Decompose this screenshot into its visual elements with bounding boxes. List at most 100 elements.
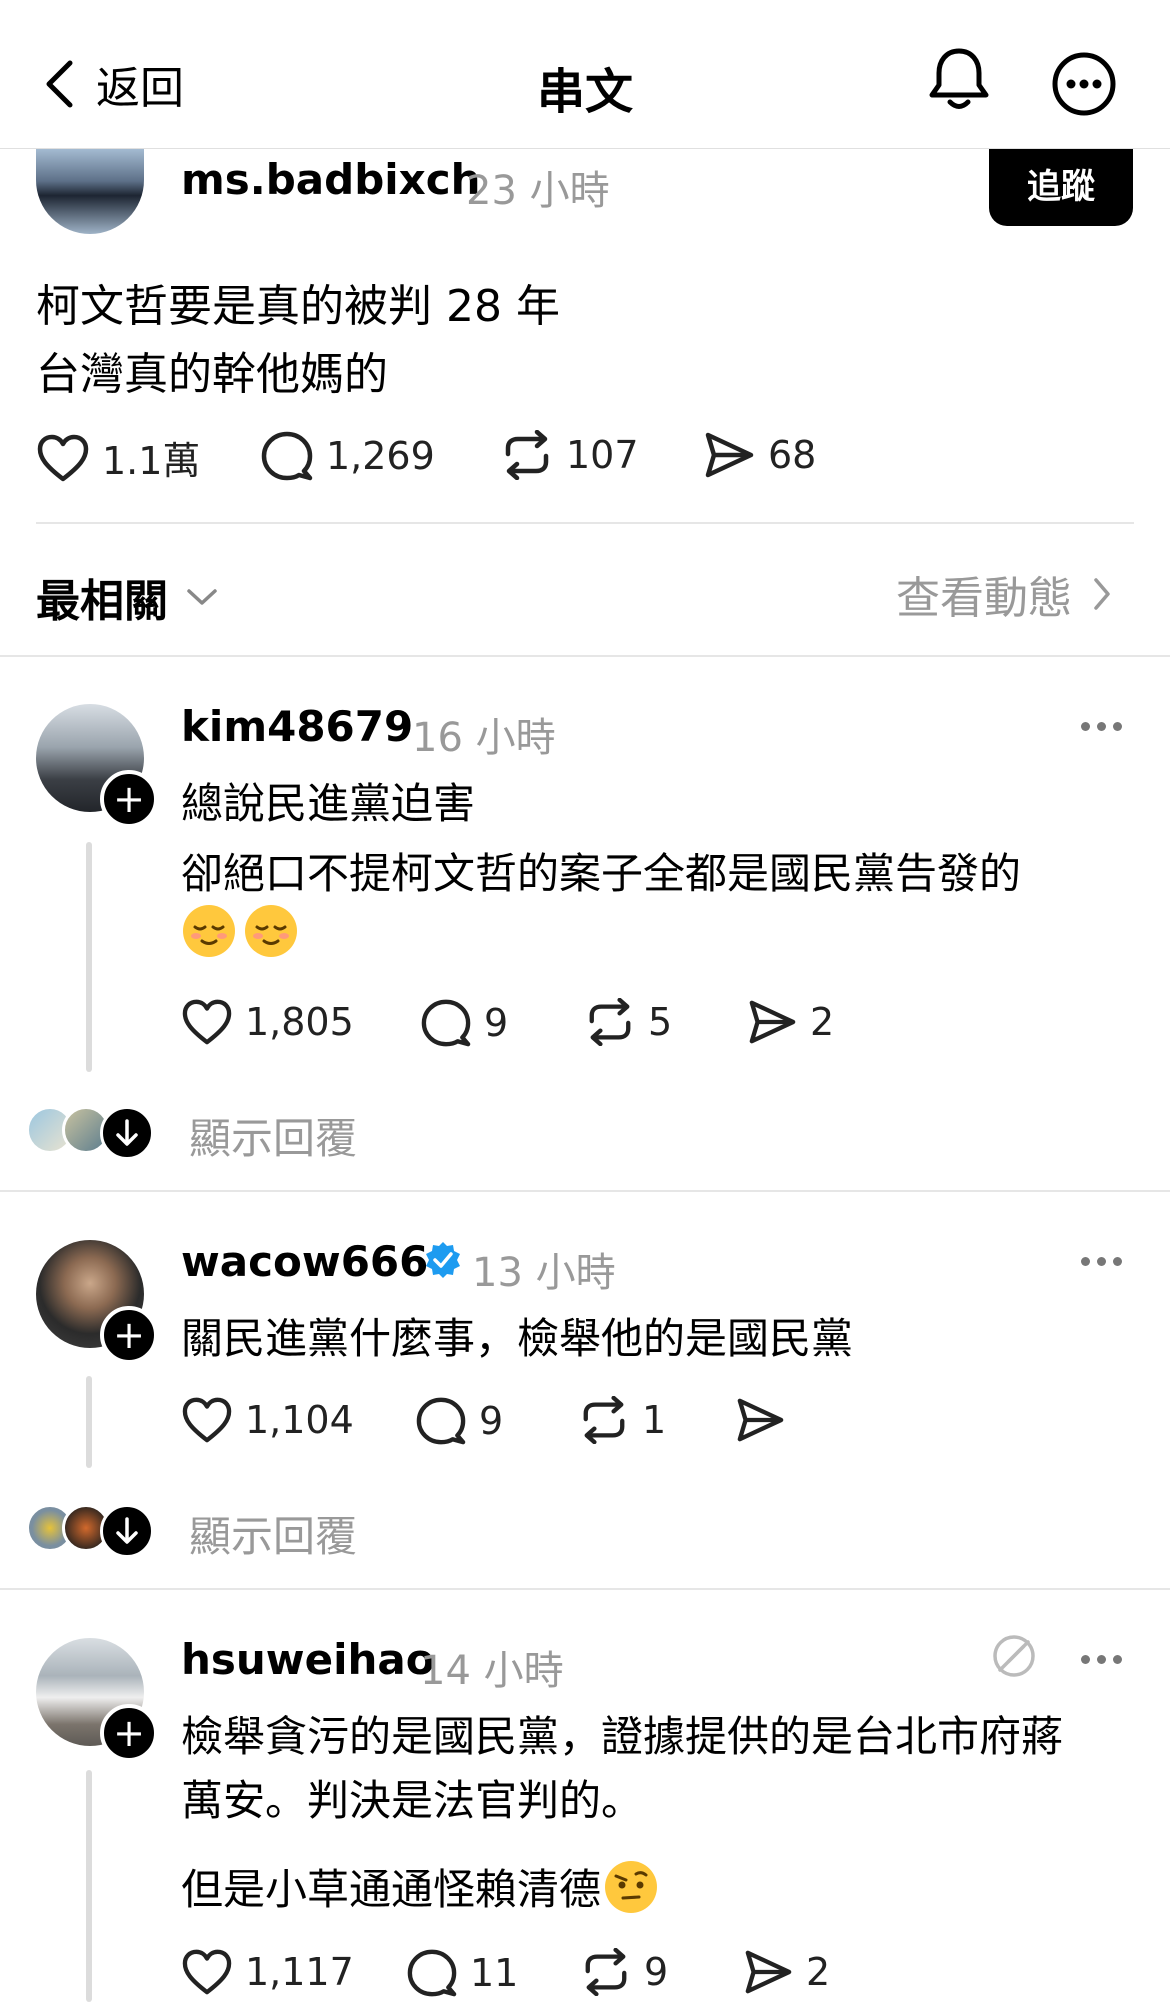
thread-line — [86, 842, 92, 1072]
repost-count: 1 — [642, 1398, 667, 1442]
section-divider — [0, 1588, 1170, 1590]
repost-icon — [500, 430, 554, 480]
arrow-down-icon — [100, 1504, 154, 1558]
like-count: 1,104 — [245, 1398, 354, 1442]
arrow-down-icon — [100, 1106, 154, 1160]
divider — [36, 522, 1134, 524]
comment-icon — [420, 998, 472, 1048]
relieved-face-icon — [183, 905, 235, 957]
chevron-down-icon — [186, 587, 218, 607]
reply-username[interactable]: kim48679 — [181, 702, 413, 751]
chevron-right-icon — [1092, 577, 1112, 611]
share-count: 2 — [806, 1950, 831, 1994]
sort-dropdown[interactable]: 最相關 — [36, 565, 218, 629]
reply-username[interactable]: wacow666 — [181, 1237, 428, 1286]
repost-button[interactable]: 5 — [584, 998, 672, 1046]
post-username[interactable]: ms.badbixch — [181, 155, 481, 204]
like-count: 1.1萬 — [102, 439, 201, 483]
reply-text-line: 關民進黨什麼事，檢舉他的是國民黨 — [181, 1314, 854, 1363]
repost-icon — [584, 998, 636, 1046]
post-text-line: 台灣真的幹他媽的 — [36, 349, 388, 400]
reply-username[interactable]: hsuweihao — [181, 1635, 435, 1684]
section-divider — [0, 655, 1170, 657]
comment-button[interactable]: 11 — [406, 1948, 518, 1998]
verified-badge-icon — [423, 1240, 463, 1280]
follow-button[interactable]: 追蹤 — [989, 140, 1133, 226]
reply-text-line: 萬安。判決是法官判的。 — [181, 1776, 644, 1825]
send-icon — [702, 430, 756, 480]
reply-text-line: 卻絕口不提柯文哲的案子全都是國民黨告發的 — [181, 849, 1022, 898]
add-follow-icon[interactable]: + — [100, 1704, 158, 1762]
comment-count: 1,269 — [326, 434, 435, 478]
like-button[interactable]: 1,117 — [181, 1948, 354, 1996]
reply-text-line: 檢舉貪污的是國民黨，證據提供的是台北市府蔣 — [181, 1712, 1064, 1761]
comment-icon — [260, 430, 314, 482]
more-options-button[interactable] — [1051, 51, 1117, 117]
show-replies-link[interactable]: 顯示回覆 — [189, 1105, 357, 1166]
reply-text-line: 總說民進黨迫害 — [181, 779, 476, 828]
share-count: 2 — [810, 1000, 835, 1044]
avatar[interactable] — [36, 138, 144, 234]
repost-icon — [578, 1396, 630, 1444]
repost-count: 9 — [644, 1950, 669, 1994]
reply-text-line: 但是小草通通怪賴清德 — [181, 1865, 602, 1914]
comment-count: 11 — [470, 1951, 519, 1995]
comment-count: 9 — [484, 1001, 509, 1045]
more-dots-icon[interactable] — [1081, 1257, 1122, 1266]
thread-line — [86, 1376, 92, 1468]
send-icon — [742, 1948, 794, 1996]
like-button[interactable]: 1.1萬 — [36, 430, 200, 485]
post-text-line: 柯文哲要是真的被判 28 年 — [36, 281, 560, 332]
reply-emoji-row — [183, 905, 297, 957]
heart-icon — [36, 433, 90, 483]
sort-label: 最相關 — [36, 576, 168, 627]
like-count: 1,805 — [245, 1000, 354, 1044]
reply-timestamp: 13 小時 — [472, 1250, 616, 1296]
page-title: 串文 — [536, 64, 633, 120]
heart-icon — [181, 1948, 233, 1996]
share-button[interactable]: 68 — [702, 430, 816, 480]
share-count: 68 — [768, 433, 817, 477]
comment-button[interactable]: 9 — [415, 1396, 503, 1446]
repost-count: 5 — [648, 1000, 673, 1044]
share-button[interactable] — [734, 1396, 798, 1444]
view-activity-label: 查看動態 — [896, 573, 1072, 624]
comment-button[interactable]: 9 — [420, 998, 508, 1048]
repost-button[interactable]: 9 — [580, 1948, 668, 1996]
reply-timestamp: 14 小時 — [420, 1648, 564, 1694]
send-icon — [746, 998, 798, 1046]
comment-icon — [415, 1396, 467, 1446]
heart-icon — [181, 998, 233, 1046]
share-button[interactable]: 2 — [746, 998, 834, 1046]
heart-icon — [181, 1396, 233, 1444]
relieved-face-icon — [245, 905, 297, 957]
share-button[interactable]: 2 — [742, 1948, 830, 1996]
repost-icon — [580, 1948, 632, 1996]
reply-avatars-stack[interactable] — [26, 1106, 156, 1160]
comment-button[interactable]: 1,269 — [260, 430, 435, 482]
reply-timestamp: 16 小時 — [412, 715, 556, 761]
section-divider — [0, 1190, 1170, 1192]
top-navigation-bar: 返回 串文 — [0, 0, 1170, 149]
comment-icon — [406, 1948, 458, 1998]
send-icon — [734, 1396, 786, 1444]
face-with-raised-eyebrow-icon — [605, 1860, 658, 1913]
more-dots-icon[interactable] — [1081, 1655, 1122, 1664]
more-dots-icon[interactable] — [1081, 722, 1122, 731]
like-button[interactable]: 1,805 — [181, 998, 354, 1046]
like-button[interactable]: 1,104 — [181, 1396, 354, 1444]
thread-line — [86, 1770, 92, 2002]
repost-count: 107 — [566, 433, 639, 477]
show-replies-link[interactable]: 顯示回覆 — [189, 1503, 357, 1564]
like-count: 1,117 — [245, 1950, 354, 1994]
repost-button[interactable]: 1 — [578, 1396, 666, 1444]
notification-bell-icon[interactable] — [926, 45, 992, 113]
repost-button[interactable]: 107 — [500, 430, 639, 480]
add-follow-icon[interactable]: + — [100, 770, 158, 828]
translate-off-icon[interactable] — [990, 1632, 1038, 1680]
reply-avatars-stack[interactable] — [26, 1504, 156, 1558]
view-activity-link[interactable]: 查看動態 — [896, 562, 1112, 626]
add-follow-icon[interactable]: + — [100, 1306, 158, 1364]
post-timestamp: 23 小時 — [466, 168, 610, 214]
comment-count: 9 — [479, 1399, 504, 1443]
